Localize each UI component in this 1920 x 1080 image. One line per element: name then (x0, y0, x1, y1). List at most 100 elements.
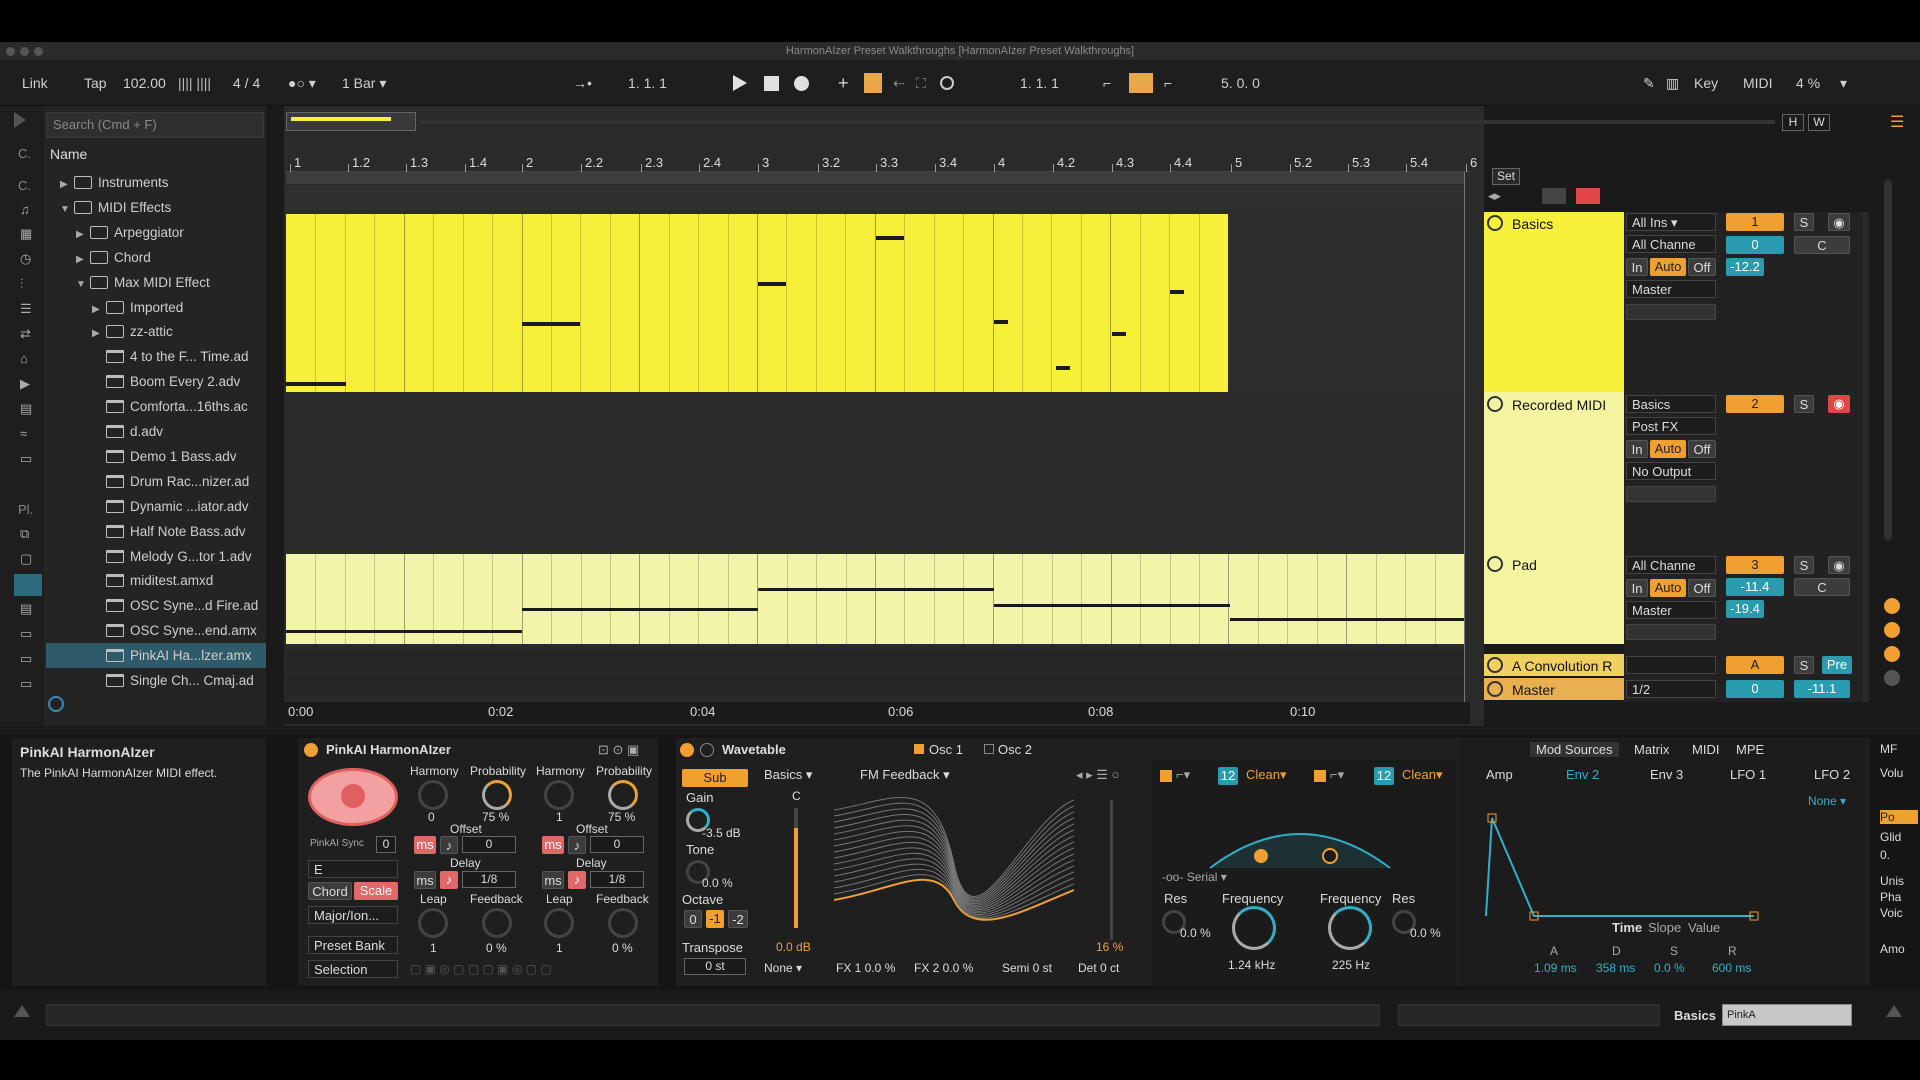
browser-item[interactable]: miditest.amxd (46, 568, 266, 593)
browser-item[interactable]: ▶ Instruments (46, 170, 266, 195)
envelope-display[interactable] (1474, 808, 1854, 928)
user-library-icon[interactable] (14, 574, 42, 596)
plugins-icon[interactable]: ⌂ (20, 351, 28, 366)
minimize-window-icon[interactable] (20, 47, 29, 56)
master-volume-field[interactable]: -11.1 (1794, 680, 1850, 698)
preset-bank-dropdown[interactable]: Preset Bank (308, 936, 398, 954)
browser-item[interactable]: ▼ Max MIDI Effect (46, 270, 266, 295)
pad-arm-button[interactable]: ◉ (1828, 556, 1850, 574)
convolution-pre-button[interactable]: Pre (1822, 656, 1852, 674)
browser-item[interactable]: ▶ zz-attic (46, 319, 266, 344)
mixer-param-label[interactable]: MF (1880, 742, 1918, 756)
convolution-solo-button[interactable]: S (1794, 656, 1814, 674)
env-value-mode[interactable]: Value (1688, 920, 1720, 935)
env-tab[interactable]: Env 3 (1650, 767, 1683, 782)
basics-solo-button[interactable]: S (1794, 213, 1814, 231)
overdub-icon[interactable]: + (838, 72, 849, 94)
octave-0-button[interactable]: 0 (684, 910, 702, 928)
browser-item[interactable]: Demo 1 Bass.adv (46, 444, 266, 469)
midi-note[interactable] (876, 236, 904, 240)
wavetable-power-icon[interactable] (680, 743, 694, 757)
tempo-field[interactable]: 102.00 (123, 72, 166, 94)
basics-fold-icon[interactable] (1487, 215, 1503, 231)
osc2-toggle-icon[interactable] (984, 744, 994, 754)
basics-volume-field[interactable]: -12.2 (1726, 258, 1764, 276)
expand-arrow-icon[interactable]: ▶ (76, 247, 90, 270)
mixer-param-label[interactable]: Po (1880, 810, 1918, 824)
midi-note[interactable] (286, 382, 346, 386)
loop-start-field[interactable]: 1. 1. 1 (1020, 72, 1059, 94)
expand-arrow-icon[interactable]: ▶ (92, 297, 106, 320)
col2-probability-knob[interactable] (608, 780, 638, 810)
col1-probability-knob[interactable] (482, 780, 512, 810)
filter-routing-dropdown[interactable]: -oo- Serial ▾ (1162, 870, 1227, 884)
basics-track-name[interactable]: Basics (1512, 216, 1553, 232)
tap-button[interactable]: Tap (84, 72, 107, 94)
col2-delay-note-icon[interactable]: ♪ (568, 871, 586, 889)
basics-midi-clip[interactable] (286, 214, 1228, 392)
sub-oscillator-toggle[interactable]: Sub (682, 769, 748, 787)
set-locator-button[interactable]: Set (1492, 168, 1520, 185)
freq1-knob[interactable] (1232, 906, 1276, 950)
zoom-window-icon[interactable] (34, 47, 43, 56)
basics-monitor-auto[interactable]: Auto (1650, 258, 1686, 276)
col1-feedback-knob[interactable] (482, 908, 512, 938)
fx1-value[interactable]: FX 1 0.0 % (836, 961, 895, 975)
midi-note[interactable] (994, 320, 1008, 324)
col2-delay-ms-button[interactable]: ms (542, 871, 564, 889)
col2-offset-ms-button[interactable]: ms (542, 836, 564, 854)
browser-item[interactable]: ▶ Chord (46, 245, 266, 270)
midi-note[interactable] (522, 608, 758, 611)
record-icon[interactable] (794, 76, 809, 91)
key-map-button[interactable]: Key (1694, 72, 1718, 94)
pad-monitor-in[interactable]: In (1626, 579, 1648, 597)
fx-mode-dropdown[interactable]: None ▾ (764, 961, 802, 975)
octave-minus1-button[interactable]: -1 (706, 910, 724, 928)
recorded-track-header[interactable] (1484, 392, 1624, 552)
col2-offset-note-icon[interactable]: ♪ (568, 836, 586, 854)
filter-response-display[interactable] (1160, 790, 1450, 870)
pad-monitor-auto[interactable]: Auto (1650, 579, 1686, 597)
col1-delay-ms-button[interactable]: ms (414, 871, 436, 889)
recorded-monitor-in[interactable]: In (1626, 440, 1648, 458)
browser-toggle-icon[interactable] (14, 112, 26, 128)
midi-note[interactable] (1170, 290, 1184, 294)
automation-arm-icon[interactable] (864, 73, 882, 93)
returns-toggle-icon[interactable] (1884, 622, 1900, 638)
computer-keyboard-icon[interactable]: ▥ (1666, 72, 1679, 94)
filter2-toggle-icon[interactable] (1314, 770, 1326, 782)
recorded-midi-lane[interactable] (286, 392, 1464, 552)
wavetable-play-icon[interactable] (700, 743, 714, 757)
recorded-monitor-off[interactable]: Off (1688, 440, 1716, 458)
filter2-slope[interactable]: 12 (1374, 767, 1394, 785)
col1-offset-ms-button[interactable]: ms (414, 836, 436, 854)
browser-item[interactable]: Drum Rac...nizer.ad (46, 469, 266, 494)
harmonaizer-footer-icons[interactable]: ▢ ▣ ◎ ▢ ▢ ▢ ▣ ◎ ▢ ▢ (410, 962, 552, 976)
filter2-handle[interactable] (1254, 849, 1268, 863)
overview-scroller[interactable] (286, 112, 416, 131)
col1-offset-note-icon[interactable]: ♪ (440, 836, 458, 854)
midi-note[interactable] (1112, 332, 1126, 336)
beat-ruler[interactable] (284, 150, 1470, 172)
env-tab[interactable]: LFO 2 (1814, 767, 1850, 782)
cpu-dropdown-icon[interactable]: ▾ (1840, 72, 1847, 94)
browser-item[interactable]: Half Note Bass.adv (46, 519, 266, 544)
basics-pan-field[interactable]: 0 (1726, 236, 1784, 254)
pad-solo-button[interactable]: S (1794, 556, 1814, 574)
env-slope-mode[interactable]: Slope (1648, 920, 1681, 935)
mode-dropdown[interactable]: Major/Ion... (308, 906, 398, 924)
io-toggle-icon[interactable] (1884, 598, 1900, 614)
env-tab[interactable]: LFO 1 (1730, 767, 1766, 782)
osc1-tab[interactable]: Osc 1 (929, 742, 963, 757)
midi-note[interactable] (286, 630, 522, 633)
basics-arm-button[interactable]: ◉ (1828, 213, 1850, 231)
delay-toggle-icon[interactable] (1884, 670, 1900, 686)
mixer-param-label[interactable]: 0. (1880, 848, 1918, 862)
pad-track-name[interactable]: Pad (1512, 557, 1537, 573)
adsr-value[interactable]: 0.0 % (1654, 961, 1685, 975)
browser-item[interactable]: Dynamic ...iator.adv (46, 494, 266, 519)
basics-output-dropdown[interactable]: Master (1626, 280, 1716, 298)
wavetable-position-slider[interactable] (1110, 800, 1113, 940)
col1-harmony-knob[interactable] (418, 780, 448, 810)
octave-minus2-button[interactable]: -2 (728, 910, 748, 928)
